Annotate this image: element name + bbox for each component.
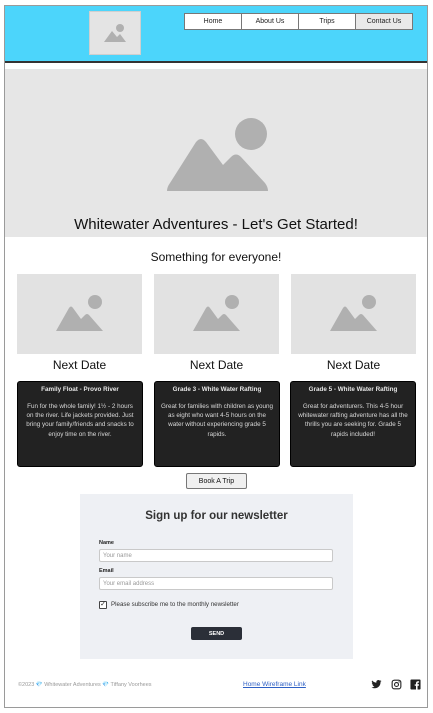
trip-description: Fun for the whole family! 1½ - 2 hours o… bbox=[26, 403, 134, 438]
nav-home[interactable]: Home bbox=[184, 13, 242, 30]
trip-image-placeholder bbox=[154, 274, 279, 354]
hero-banner: Whitewater Adventures - Let's Get Starte… bbox=[5, 69, 427, 237]
twitter-icon[interactable] bbox=[371, 679, 382, 690]
name-field[interactable]: Your name bbox=[99, 549, 333, 562]
next-date-label: Next Date bbox=[189, 358, 244, 372]
section-tagline: Something for everyone! bbox=[150, 250, 282, 264]
image-placeholder-icon bbox=[192, 295, 240, 331]
instagram-icon[interactable] bbox=[391, 679, 402, 690]
send-button[interactable]: SEND bbox=[191, 627, 242, 640]
trip-card[interactable]: Grade 3 - White Water Rafting Great for … bbox=[154, 381, 280, 467]
next-date-label: Next Date bbox=[52, 358, 107, 372]
email-field[interactable]: Your email address bbox=[99, 577, 333, 590]
home-wireframe-link[interactable]: Home Wireframe Link bbox=[243, 681, 306, 688]
hero-image-placeholder-icon bbox=[167, 118, 268, 191]
trip-title: Family Float - Provo River bbox=[41, 386, 119, 393]
subscribe-label: Please subscribe me to the monthly newsl… bbox=[111, 601, 239, 608]
trip-description: Great for families with children as youn… bbox=[161, 403, 273, 438]
facebook-icon[interactable] bbox=[410, 679, 421, 690]
main-nav: Home About Us Trips Contact Us bbox=[184, 13, 413, 30]
newsletter-form: Sign up for our newsletter Name Your nam… bbox=[80, 494, 353, 659]
nav-about-us[interactable]: About Us bbox=[241, 13, 299, 30]
page-frame: Home About Us Trips Contact Us Whitewate… bbox=[4, 5, 428, 708]
image-placeholder-icon bbox=[55, 295, 103, 331]
subscribe-checkbox[interactable]: ✓ bbox=[99, 601, 107, 609]
logo-image-placeholder[interactable] bbox=[89, 11, 141, 55]
hero-title: Whitewater Adventures - Let's Get Starte… bbox=[74, 216, 358, 233]
nav-trips[interactable]: Trips bbox=[298, 13, 356, 30]
image-placeholder-icon bbox=[329, 295, 377, 331]
book-a-trip-button[interactable]: Book A Trip bbox=[186, 473, 247, 489]
next-date-label: Next Date bbox=[326, 358, 381, 372]
trip-card[interactable]: Family Float - Provo River Fun for the w… bbox=[17, 381, 143, 467]
trip-image-placeholder bbox=[291, 274, 416, 354]
trip-image-placeholder bbox=[17, 274, 142, 354]
newsletter-title: Sign up for our newsletter bbox=[145, 510, 288, 522]
trip-title: Grade 3 - White Water Rafting bbox=[172, 386, 262, 393]
footer-copyright: ©2023 💎 Whitewater Adventures 💎 Tiffany … bbox=[18, 682, 152, 688]
email-label: Email bbox=[99, 568, 114, 574]
trip-title: Grade 5 - White Water Rafting bbox=[308, 386, 398, 393]
nav-contact-us[interactable]: Contact Us bbox=[355, 13, 413, 30]
trip-description: Great for adventurers. This 4-5 hour whi… bbox=[298, 403, 408, 438]
name-label: Name bbox=[99, 540, 114, 546]
image-placeholder-icon bbox=[104, 24, 126, 42]
trip-card[interactable]: Grade 5 - White Water Rafting Great for … bbox=[290, 381, 416, 467]
site-header: Home About Us Trips Contact Us bbox=[5, 6, 427, 63]
